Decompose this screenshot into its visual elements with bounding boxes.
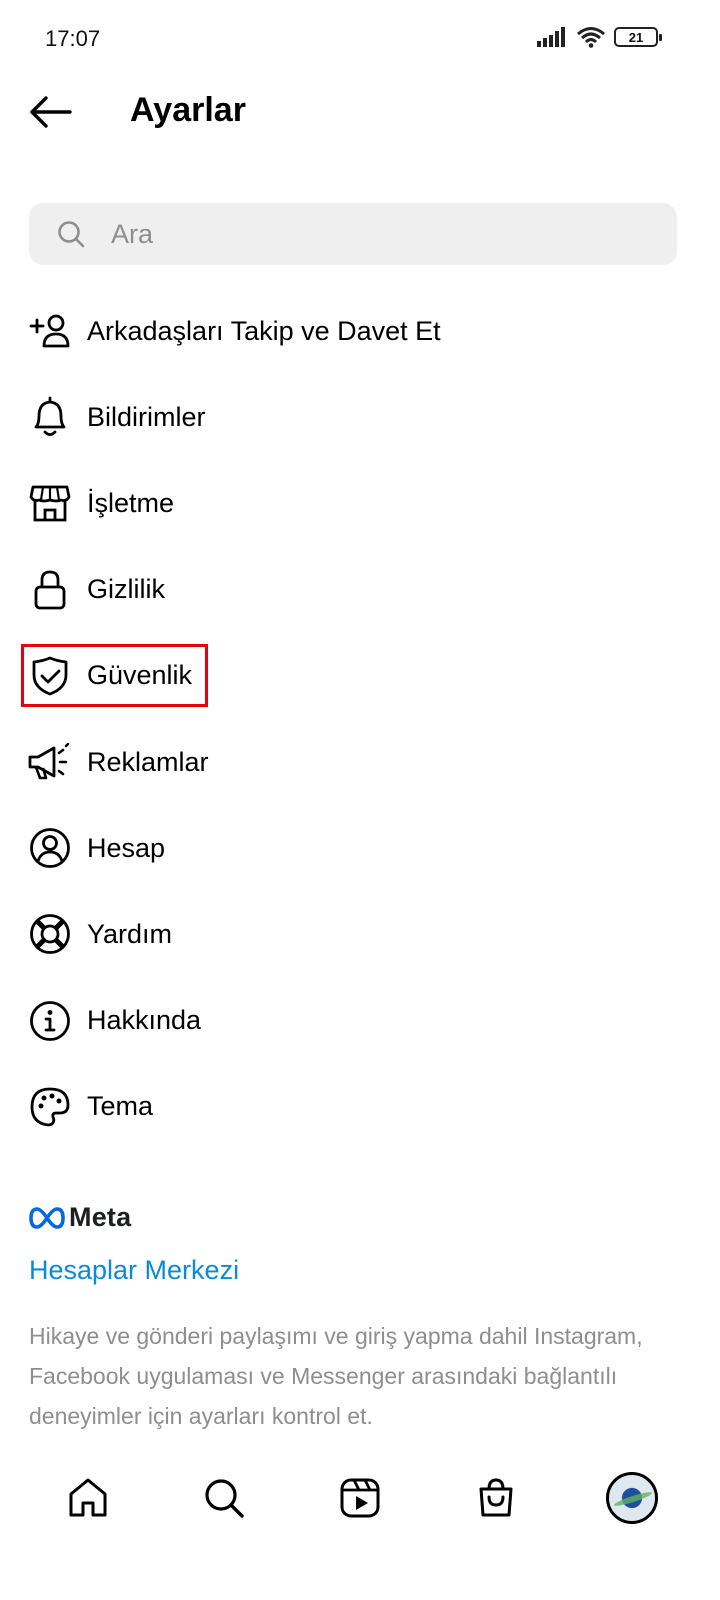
nav-profile-button[interactable] <box>596 1462 668 1534</box>
menu-item-ads[interactable]: Reklamlar <box>0 719 720 805</box>
status-bar: 17:07 21 <box>0 0 720 80</box>
info-icon <box>28 999 72 1043</box>
search-input[interactable] <box>111 218 631 250</box>
search-box[interactable] <box>29 203 677 265</box>
palette-icon <box>28 1085 72 1129</box>
arrow-left-icon <box>30 96 72 128</box>
settings-menu: Arkadaşları Takip ve Davet Et Bildirimle… <box>0 288 720 1150</box>
nav-reels-button[interactable] <box>324 1462 396 1534</box>
header: Ayarlar <box>0 80 720 144</box>
battery-level: 21 <box>628 29 644 45</box>
status-time: 17:07 <box>45 26 101 51</box>
menu-item-label: Gizlilik <box>87 574 165 605</box>
menu-item-about[interactable]: Hakkında <box>0 978 720 1064</box>
store-icon <box>28 481 72 525</box>
megaphone-icon <box>28 740 72 784</box>
search-icon <box>58 221 85 248</box>
nav-search-button[interactable] <box>188 1462 260 1534</box>
account-circle-icon <box>28 826 72 870</box>
menu-item-business[interactable]: İşletme <box>0 460 720 546</box>
profile-avatar <box>606 1472 658 1524</box>
search-icon <box>205 1479 244 1518</box>
menu-item-label: Hesap <box>87 832 166 863</box>
menu-item-label: Bildirimler <box>87 401 206 432</box>
shop-icon <box>479 1478 513 1517</box>
menu-item-label: Hakkında <box>87 1005 202 1036</box>
menu-item-account[interactable]: Hesap <box>0 805 720 891</box>
menu-item-privacy[interactable]: Gizlilik <box>0 547 720 633</box>
menu-item-label: Reklamlar <box>87 746 209 777</box>
menu-item-help[interactable]: Yardım <box>0 891 720 977</box>
reels-icon <box>340 1478 380 1518</box>
menu-item-label: Arkadaşları Takip ve Davet Et <box>87 315 441 346</box>
menu-item-follow-invite[interactable]: Arkadaşları Takip ve Davet Et <box>0 288 720 374</box>
meta-infinity-icon <box>29 1206 65 1229</box>
meta-logo: Meta <box>29 1202 131 1233</box>
add-user-icon <box>28 309 72 353</box>
menu-item-label: Tema <box>87 1091 154 1122</box>
page-title: Ayarlar <box>130 91 246 129</box>
lifebuoy-icon <box>28 912 72 956</box>
menu-item-theme[interactable]: Tema <box>0 1064 720 1150</box>
home-icon <box>69 1478 107 1517</box>
menu-item-label: İşletme <box>87 487 175 518</box>
accounts-center-description: Hikaye ve gönderi paylaşımı ve giriş yap… <box>29 1323 643 1429</box>
meta-brand: Meta <box>69 1202 132 1232</box>
accounts-center-link[interactable]: Hesaplar Merkezi <box>29 1255 239 1286</box>
highlight-box-security <box>21 644 208 707</box>
wifi-icon <box>577 27 605 48</box>
lock-icon <box>28 568 72 612</box>
menu-item-notifications[interactable]: Bildirimler <box>0 374 720 460</box>
back-button[interactable] <box>26 88 74 136</box>
menu-item-label: Yardım <box>87 918 173 949</box>
signal-icon <box>537 27 565 47</box>
status-icons: 21 <box>536 26 662 48</box>
bell-icon <box>28 395 72 439</box>
nav-home-button[interactable] <box>52 1462 124 1534</box>
battery-icon: 21 <box>614 27 662 47</box>
nav-shop-button[interactable] <box>460 1462 532 1534</box>
bottom-nav <box>0 1458 720 1538</box>
